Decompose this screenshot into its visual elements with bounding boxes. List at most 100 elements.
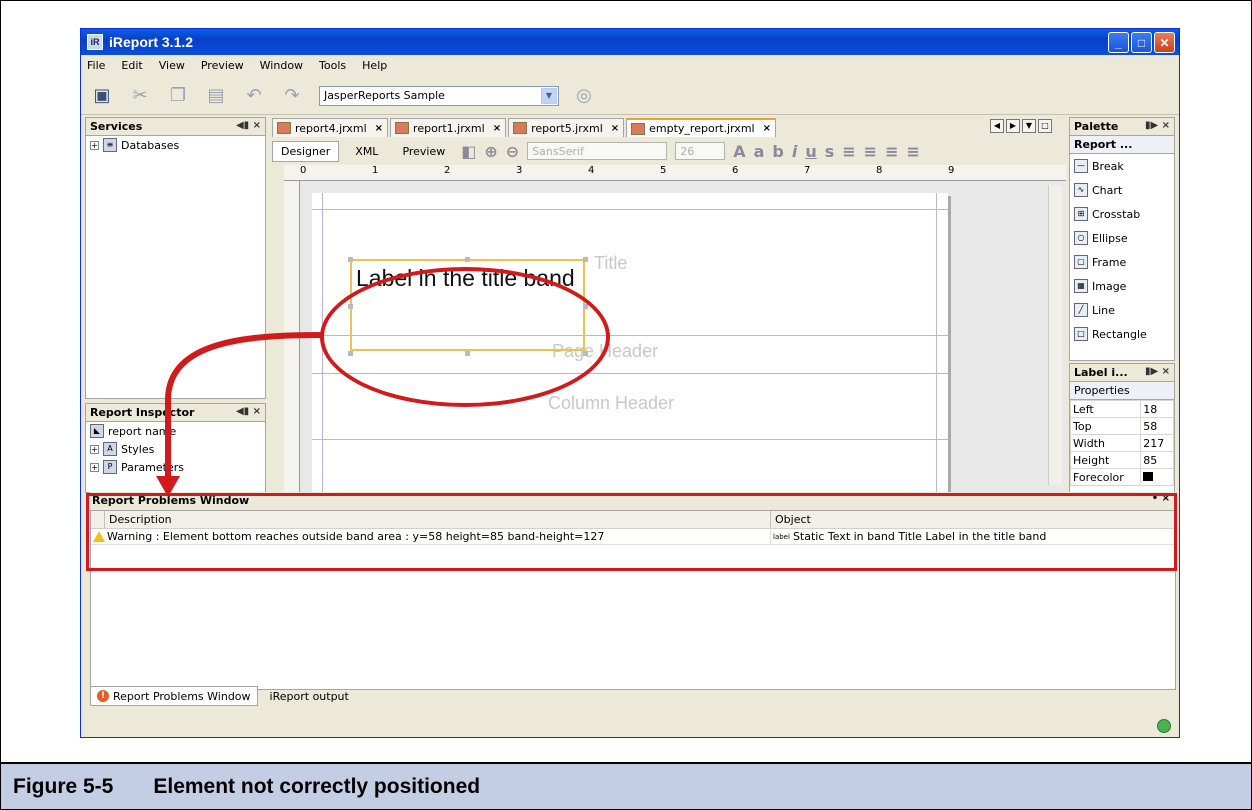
datasource-wizard-icon[interactable]: ◎ bbox=[571, 83, 597, 109]
expand-icon[interactable]: + bbox=[90, 140, 99, 150]
tab-label: report5.jrxml bbox=[531, 121, 603, 135]
tree-item-styles[interactable]: + A Styles bbox=[86, 440, 265, 458]
maximize-button[interactable]: □ bbox=[1131, 32, 1152, 53]
resize-handle[interactable] bbox=[348, 257, 353, 262]
close-icon[interactable]: × bbox=[611, 123, 619, 134]
menu-window[interactable]: Window bbox=[258, 59, 305, 72]
copy-icon[interactable]: ❐ bbox=[165, 83, 191, 109]
panel-controls[interactable]: ◀▮ × bbox=[236, 406, 261, 417]
property-value[interactable]: 85 bbox=[1140, 451, 1174, 469]
bold-icon[interactable]: b bbox=[772, 142, 783, 161]
property-value[interactable]: 58 bbox=[1140, 417, 1174, 435]
property-value[interactable]: 18 bbox=[1140, 400, 1174, 418]
close-button[interactable]: ✕ bbox=[1154, 32, 1175, 53]
maximize-icon[interactable]: □ bbox=[1038, 119, 1052, 133]
tab-ireport-output[interactable]: iReport output bbox=[264, 686, 355, 706]
tab-report5[interactable]: report5.jrxml × bbox=[508, 118, 625, 137]
property-value[interactable]: 217 bbox=[1140, 434, 1174, 452]
property-row-top[interactable]: Top 58 bbox=[1069, 417, 1174, 435]
menu-preview[interactable]: Preview bbox=[199, 59, 246, 72]
tab-report-problems[interactable]: ! Report Problems Window bbox=[90, 686, 258, 706]
resize-handle[interactable] bbox=[583, 257, 588, 262]
underline-icon[interactable]: u bbox=[805, 142, 816, 161]
palette-item-break[interactable]: — Break bbox=[1070, 154, 1174, 178]
zoom-out-icon[interactable]: ⊖ bbox=[506, 142, 519, 161]
italic-icon[interactable]: i bbox=[792, 142, 797, 161]
palette-item-line[interactable]: ╱ Line bbox=[1070, 298, 1174, 322]
redo-icon[interactable]: ↷ bbox=[279, 83, 305, 109]
properties-section[interactable]: Properties bbox=[1070, 382, 1174, 400]
close-icon[interactable]: × bbox=[375, 123, 383, 134]
band-column-header: Column Header bbox=[548, 393, 675, 413]
panel-controls[interactable]: ◀▮ × bbox=[236, 120, 261, 131]
menu-edit[interactable]: Edit bbox=[119, 59, 144, 72]
tab-empty-report[interactable]: empty_report.jrxml × bbox=[626, 118, 776, 137]
figure-caption-text: Element not correctly positioned bbox=[153, 774, 481, 798]
menu-file[interactable]: File bbox=[85, 59, 107, 72]
zoom-fit-icon[interactable]: ◧ bbox=[461, 142, 476, 161]
increase-font-icon[interactable]: A bbox=[733, 142, 745, 161]
align-left-icon[interactable]: ≡ bbox=[842, 142, 855, 161]
editor-scrollbar[interactable] bbox=[1048, 185, 1062, 485]
font-value: SansSerif bbox=[532, 144, 584, 158]
tree-item-parameters[interactable]: + P Parameters bbox=[86, 458, 265, 476]
panel-controls[interactable]: ▮▶ × bbox=[1145, 120, 1170, 131]
expand-icon[interactable]: + bbox=[90, 444, 99, 454]
palette-item-image[interactable]: ▦ Image bbox=[1070, 274, 1174, 298]
close-icon[interactable]: × bbox=[493, 123, 501, 134]
palette-item-label: Frame bbox=[1092, 255, 1127, 269]
paste-icon[interactable]: ▤ bbox=[203, 83, 229, 109]
update-status-icon[interactable] bbox=[1157, 719, 1171, 733]
save-icon[interactable]: ▣ bbox=[89, 83, 115, 109]
tab-preview[interactable]: Preview bbox=[394, 142, 453, 161]
tab-report4[interactable]: report4.jrxml × bbox=[272, 118, 389, 137]
tab-designer[interactable]: Designer bbox=[272, 140, 340, 162]
property-row-height[interactable]: Height 85 bbox=[1069, 451, 1174, 469]
services-header: Services ◀▮ × bbox=[86, 118, 265, 136]
palette-section[interactable]: Report ... bbox=[1070, 136, 1174, 154]
palette-item-chart[interactable]: ∿ Chart bbox=[1070, 178, 1174, 202]
palette-item-frame[interactable]: ▢ Frame bbox=[1070, 250, 1174, 274]
property-value[interactable] bbox=[1140, 468, 1174, 486]
report-icon bbox=[513, 122, 528, 134]
undo-icon[interactable]: ↶ bbox=[241, 83, 267, 109]
align-center-icon[interactable]: ≡ bbox=[864, 142, 877, 161]
zoom-in-icon[interactable]: ⊕ bbox=[484, 142, 497, 161]
property-row-width[interactable]: Width 217 bbox=[1069, 434, 1174, 452]
minimize-button[interactable]: _ bbox=[1108, 32, 1129, 53]
tab-right-icon[interactable]: ▶ bbox=[1006, 119, 1020, 133]
panel-controls[interactable]: ▮▶ × bbox=[1145, 366, 1170, 377]
tab-report1[interactable]: report1.jrxml × bbox=[390, 118, 507, 137]
font-select[interactable]: SansSerif bbox=[527, 142, 668, 160]
align-right-icon[interactable]: ≡ bbox=[885, 142, 898, 161]
ruler-tick: 1 bbox=[372, 165, 379, 176]
align-justify-icon[interactable]: ≡ bbox=[906, 142, 919, 161]
tab-xml[interactable]: XML bbox=[347, 142, 386, 161]
strikethrough-icon[interactable]: s bbox=[825, 142, 835, 161]
palette-item-ellipse[interactable]: ○ Ellipse bbox=[1070, 226, 1174, 250]
title-bar[interactable]: iR iReport 3.1.2 _ □ ✕ bbox=[81, 29, 1179, 55]
font-size-select[interactable]: 26 bbox=[675, 142, 726, 160]
datasource-select[interactable]: JasperReports Sample ▼ bbox=[319, 85, 559, 106]
palette-item-label: Ellipse bbox=[1092, 231, 1128, 245]
close-icon[interactable]: × bbox=[763, 123, 771, 134]
chart-icon: ∿ bbox=[1074, 183, 1088, 197]
tab-list-icon[interactable]: ▼ bbox=[1022, 119, 1036, 133]
tree-item-label: Styles bbox=[121, 442, 155, 456]
palette-item-crosstab[interactable]: ⊞ Crosstab bbox=[1070, 202, 1174, 226]
resize-handle[interactable] bbox=[465, 257, 470, 262]
expand-icon[interactable]: + bbox=[90, 462, 99, 472]
palette-item-rectangle[interactable]: □ Rectangle bbox=[1070, 322, 1174, 346]
tab-left-icon[interactable]: ◀ bbox=[990, 119, 1004, 133]
menu-view[interactable]: View bbox=[157, 59, 187, 72]
property-row-left[interactable]: Left 18 bbox=[1069, 400, 1174, 418]
chevron-down-icon[interactable]: ▼ bbox=[541, 87, 557, 104]
menu-tools[interactable]: Tools bbox=[317, 59, 348, 72]
property-row-forecolor[interactable]: Forecolor bbox=[1069, 468, 1174, 486]
tree-item-report-name[interactable]: ◣ report name bbox=[86, 422, 265, 440]
cut-icon[interactable]: ✂ bbox=[127, 83, 153, 109]
palette-item-label: Crosstab bbox=[1092, 207, 1141, 221]
tree-item-databases[interactable]: + ≡ Databases bbox=[86, 136, 265, 154]
menu-help[interactable]: Help bbox=[360, 59, 389, 72]
decrease-font-icon[interactable]: a bbox=[754, 142, 765, 161]
